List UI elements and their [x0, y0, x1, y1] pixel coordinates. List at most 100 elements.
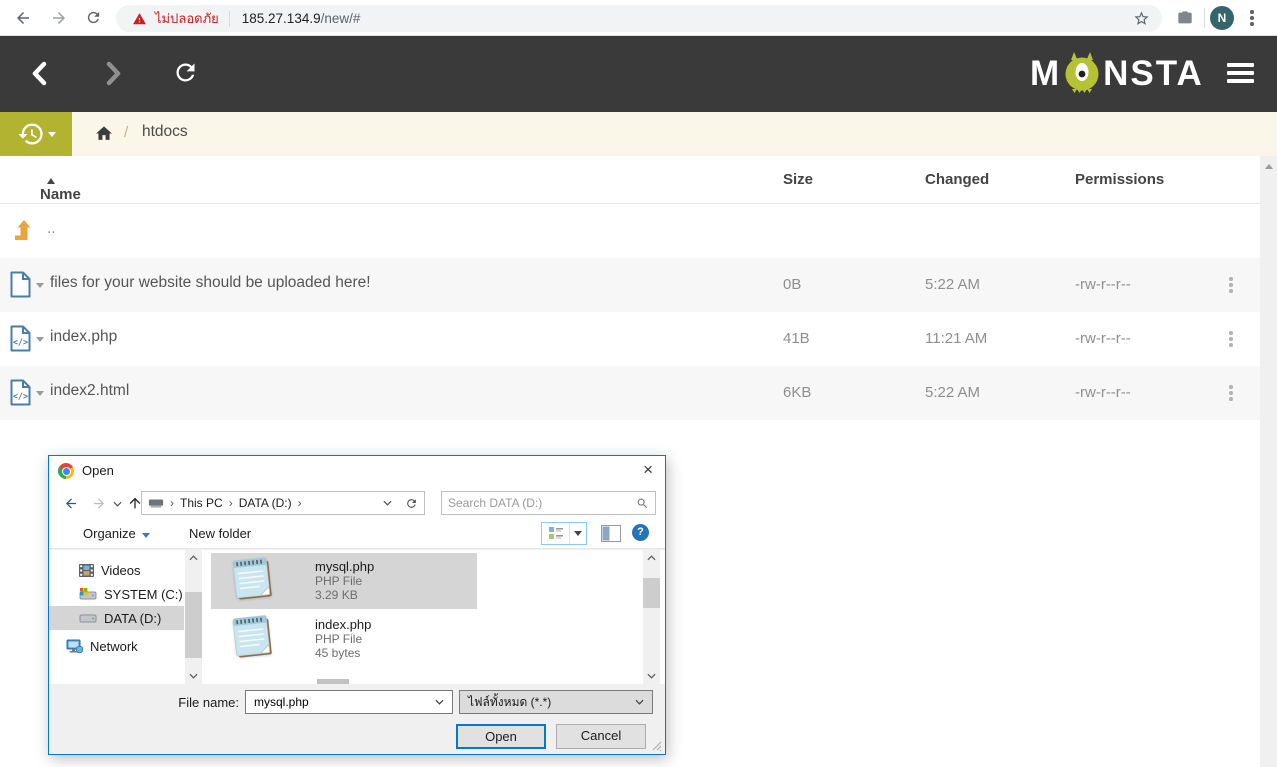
up-level-icon [14, 219, 34, 241]
table-row[interactable]: </> index.php 41B 11:21 AM -rw-r--r-- [0, 312, 1260, 366]
open-button[interactable]: Open [456, 724, 546, 749]
hamburger-menu-icon[interactable] [1227, 63, 1254, 87]
view-mode-icon[interactable] [542, 523, 570, 544]
sidebar-item-network[interactable]: Network [49, 634, 184, 658]
nav-history-chevron-icon[interactable] [113, 501, 122, 507]
table-row[interactable]: files for your website should be uploade… [0, 258, 1260, 312]
file-name[interactable]: .. [47, 220, 56, 238]
close-icon[interactable]: × [643, 460, 653, 480]
organize-button[interactable]: Organize [83, 526, 150, 541]
table-row[interactable]: </> index2.html 6KB 5:22 AM -rw-r--r-- [0, 366, 1260, 420]
file-name-combobox[interactable] [245, 690, 453, 714]
browser-forward-icon[interactable] [50, 9, 68, 27]
breadcrumb-folder[interactable]: htdocs [142, 123, 188, 141]
row-menu-icon[interactable] [1229, 385, 1233, 403]
open-file-dialog: Open × › This PC › DATA (D:) › [48, 455, 666, 755]
resize-grip[interactable] [652, 741, 662, 751]
column-header-permissions[interactable]: Permissions [1075, 171, 1164, 188]
view-mode-dropdown[interactable] [570, 523, 586, 544]
file-name[interactable]: index.php [50, 328, 117, 346]
browser-toolbar: ไม่ปลอดภัย 185.27.134.9/new/# N [0, 0, 1277, 36]
file-name[interactable]: index2.html [50, 382, 129, 400]
app-back-icon[interactable] [30, 60, 50, 87]
chevron-down-icon[interactable] [435, 699, 444, 705]
sidebar-item-videos[interactable]: Videos [49, 558, 184, 582]
camera-extension-icon[interactable] [1176, 10, 1194, 26]
bookmark-star-icon[interactable] [1133, 10, 1150, 27]
file-item-mysql[interactable]: mysql.php PHP File 3.29 KB [229, 554, 479, 610]
scrollbar-thumb[interactable] [643, 578, 660, 608]
file-item-name: mysql.php [315, 559, 374, 574]
address-bar[interactable]: › This PC › DATA (D:) › [141, 491, 399, 515]
new-folder-button[interactable]: New folder [189, 526, 251, 541]
search-icon [636, 497, 649, 510]
file-item-size: 3.29 KB [315, 588, 374, 602]
row-menu-icon[interactable] [1229, 277, 1233, 295]
url-bar[interactable]: ไม่ปลอดภัย 185.27.134.9/new/# [116, 5, 1162, 32]
scrollbar-thumb[interactable] [185, 592, 202, 658]
chevron-down-icon [574, 531, 582, 536]
chevron-down-icon[interactable] [36, 337, 44, 342]
file-name-input[interactable] [254, 695, 435, 709]
view-mode-button[interactable] [541, 522, 587, 545]
dialog-toolbar: Organize New folder ? [49, 519, 665, 549]
table-row-up[interactable]: .. [0, 204, 1260, 258]
dialog-title-bar[interactable]: Open × [49, 456, 665, 487]
chrome-logo-icon [58, 463, 74, 479]
browser-refresh-icon[interactable] [85, 9, 102, 26]
crumb-separator: › [170, 496, 174, 510]
browser-back-icon[interactable] [14, 9, 32, 27]
column-header-size[interactable]: Size [783, 171, 813, 188]
address-refresh-button[interactable] [398, 491, 425, 515]
preview-pane-icon[interactable] [601, 525, 621, 542]
url-text[interactable]: 185.27.134.9/new/# [242, 11, 361, 26]
sidebar-item-data-d[interactable]: DATA (D:) [49, 606, 184, 630]
scroll-up-icon[interactable] [647, 555, 656, 561]
cancel-button[interactable]: Cancel [556, 724, 646, 749]
nav-back-icon[interactable] [63, 496, 79, 511]
chevron-down-icon [635, 699, 644, 705]
file-size: 41B [783, 330, 810, 347]
security-warning-label[interactable]: ไม่ปลอดภัย [155, 8, 219, 29]
file-permissions: -rw-r--r-- [1075, 330, 1131, 347]
page-scrollbar[interactable] [1260, 156, 1277, 767]
nav-forward-icon[interactable] [91, 496, 107, 511]
toolbar-divider [1204, 8, 1205, 28]
profile-avatar[interactable]: N [1210, 6, 1234, 30]
browser-menu-icon[interactable] [1250, 10, 1254, 28]
scroll-up-icon[interactable] [189, 555, 198, 561]
chevron-down-icon[interactable] [36, 391, 44, 396]
app-refresh-icon[interactable] [172, 59, 199, 86]
file-list-scrollbar[interactable] [643, 550, 660, 684]
chevron-down-icon[interactable] [36, 283, 44, 288]
column-header-name[interactable]: Name [40, 171, 55, 188]
home-icon[interactable] [94, 124, 114, 143]
scroll-down-icon[interactable] [189, 673, 198, 679]
sidebar-scrollbar[interactable] [185, 550, 202, 684]
history-button[interactable] [0, 112, 72, 156]
help-icon[interactable]: ? [632, 524, 649, 541]
row-menu-icon[interactable] [1229, 331, 1233, 349]
app-forward-icon[interactable] [103, 60, 123, 87]
refresh-icon [405, 497, 418, 510]
file-type-dropdown[interactable]: ไฟล์ทั้งหมด (*.*) [459, 690, 653, 714]
dialog-nav-bar: › This PC › DATA (D:) › [49, 487, 665, 519]
crumb-this-pc[interactable]: This PC [180, 496, 223, 510]
file-item-type: PHP File [315, 574, 374, 588]
search-input[interactable] [448, 496, 636, 510]
search-box[interactable] [441, 491, 656, 515]
file-name[interactable]: files for your website should be uploade… [50, 274, 371, 292]
notepad-file-icon [229, 554, 279, 604]
sidebar-item-system-c[interactable]: SYSTEM (C:) [49, 582, 184, 606]
file-item-index[interactable]: index.php PHP File 45 bytes [229, 612, 479, 668]
svg-text:</>: </> [13, 392, 28, 402]
column-header-changed[interactable]: Changed [925, 171, 989, 188]
monsta-app-bar: M NSTA [0, 36, 1277, 112]
computer-drive-icon [148, 498, 164, 509]
crumb-data-drive[interactable]: DATA (D:) [239, 496, 292, 510]
scroll-up-icon[interactable] [1265, 164, 1273, 169]
address-dropdown-icon[interactable] [383, 500, 392, 506]
crumb-separator: › [298, 496, 302, 510]
dialog-footer: File name: ไฟล์ทั้งหมด (*.*) Open Cancel [49, 684, 665, 754]
scroll-down-icon[interactable] [647, 673, 656, 679]
